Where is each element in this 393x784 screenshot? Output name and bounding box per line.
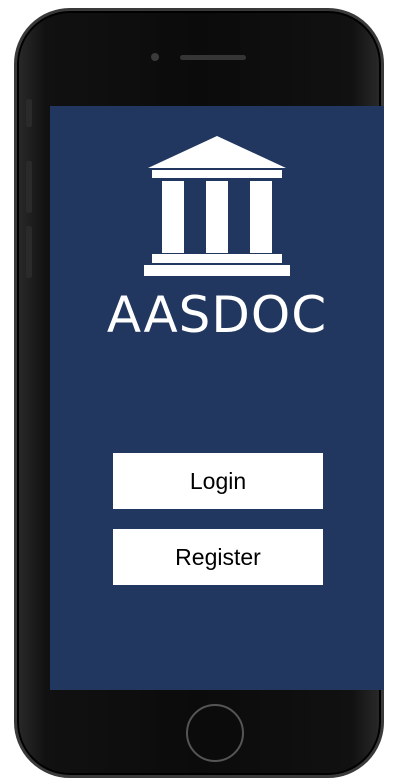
courthouse-icon	[144, 136, 290, 276]
login-button[interactable]: Login	[113, 453, 323, 509]
brand-title: AASDOC	[106, 286, 328, 344]
front-camera	[151, 53, 159, 61]
earpiece-speaker	[180, 55, 246, 60]
mute-switch	[26, 99, 32, 127]
register-button[interactable]: Register	[113, 529, 323, 585]
app-screen: AASDOC Login Register	[50, 106, 384, 690]
volume-up-button	[26, 161, 32, 213]
home-button-icon[interactable]	[186, 704, 244, 762]
volume-down-button	[26, 226, 32, 278]
